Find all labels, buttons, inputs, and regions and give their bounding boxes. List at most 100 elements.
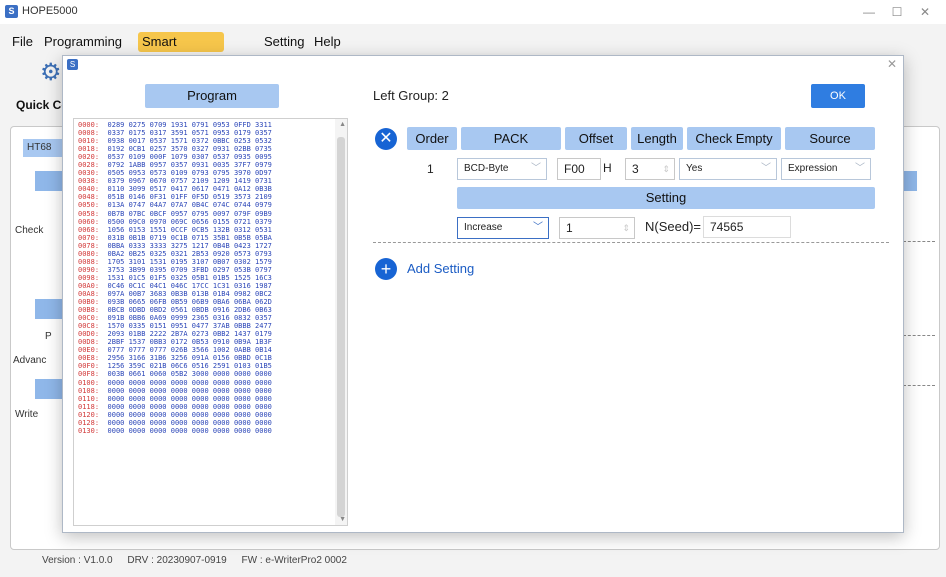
minimize-button[interactable]: —	[858, 3, 880, 21]
menu-programming[interactable]: Programming	[40, 32, 126, 52]
hex-address: 0058:	[78, 209, 100, 218]
hex-scrollbar[interactable]: ▲ ▼	[335, 119, 347, 525]
step-value: 1	[566, 221, 573, 235]
hex-values: 1570 0335 0151 0951 0477 37AB 0BBB 2477	[107, 322, 272, 331]
dialog-close-icon[interactable]: ✕	[887, 57, 897, 71]
hex-values: 031B 0B1B 0719 0C1B 0715 35B1 0B5B 05BA	[107, 233, 272, 242]
hex-row: 0008: 0337 0175 0317 3591 0571 0953 0179…	[78, 129, 272, 137]
smart-programming-dialog: S ✕ Program 0000: 0289 0275 0709 1931 07…	[62, 55, 904, 533]
hex-values: 091B 0BB6 0A69 0999 2365 0316 0832 0357	[107, 314, 272, 323]
pack-select[interactable]: BCD-Byte ﹀	[457, 158, 547, 180]
hex-row: 0100: 0000 0000 0000 0000 0000 0000 0000…	[78, 379, 272, 387]
stepper-arrows-icon[interactable]: ⇕	[622, 218, 630, 238]
scroll-thumb[interactable]	[337, 137, 345, 517]
mode-value: Increase	[464, 222, 503, 233]
add-setting-button[interactable]: Add Setting	[407, 261, 474, 276]
hex-values: 0BA2 0B25 0325 0321 2B53 0920 0573 0793	[107, 249, 272, 258]
hex-row: 00C0: 091B 0BB6 0A69 0999 2365 0316 0832…	[78, 314, 272, 322]
hex-address: 0070:	[78, 233, 100, 242]
hex-values: 3753 3B99 0395 0709 3FBD 0297 053B 0797	[107, 265, 272, 274]
window-titlebar: S HOPE5000 — ☐ ✕	[0, 0, 946, 24]
hex-row: 0130: 0000 0000 0000 0000 0000 0000 0000…	[78, 427, 272, 435]
hex-values: 0000 0000 0000 0000 0000 0000 0000 0000	[107, 386, 272, 395]
status-bar: Version : V1.0.0 DRV : 20230907-0919 FW …	[42, 555, 359, 566]
hex-row: 00F0: 1256 359C 021B 06C6 0516 2591 0103…	[78, 362, 272, 370]
hex-values: 0000 0000 0000 0000 0000 0000 0000 0000	[107, 394, 272, 403]
plus-circle-icon[interactable]: +	[375, 258, 397, 280]
hex-values: 0792 1ABB 0957 0357 0931 0035 37F7 0979	[107, 161, 272, 170]
hex-row: 0018: 0192 0CB1 0257 3570 0327 0931 02BB…	[78, 145, 272, 153]
hex-row: 00D0: 2093 01BB 2222 2B7A 0273 0BB2 1437…	[78, 330, 272, 338]
hex-row: 0108: 0000 0000 0000 0000 0000 0000 0000…	[78, 387, 272, 395]
hex-list: 0000: 0289 0275 0709 1931 0791 0953 0FFD…	[78, 121, 272, 435]
hex-values: 1256 359C 021B 06C6 0516 2591 0103 01B5	[107, 362, 272, 371]
source-select[interactable]: Expression ﹀	[781, 158, 871, 180]
length-stepper[interactable]: 3 ⇕	[625, 158, 675, 180]
bg-section-bar	[35, 379, 63, 399]
app-icon: S	[5, 5, 18, 18]
dialog-app-icon: S	[67, 59, 78, 70]
hex-values: 0938 0017 0537 1571 0372 0BBC 0253 0532	[107, 137, 272, 146]
close-window-button[interactable]: ✕	[914, 3, 936, 21]
bg-label-write: Write	[15, 409, 39, 420]
setting-header: Setting	[457, 187, 875, 209]
hex-address: 0030:	[78, 169, 100, 178]
hex-row: 0060: 0500 09C0 0970 069C 0656 0155 0721…	[78, 218, 272, 226]
hex-values: 0337 0175 0317 3591 0571 0953 0179 0357	[107, 129, 272, 138]
step-stepper[interactable]: 1 ⇕	[559, 217, 635, 239]
hex-row: 00B0: 093B 0665 06FB 0B59 06B9 0BA6 06BA…	[78, 298, 272, 306]
hex-values: 051B 0146 0F31 01FF 0F5D 0519 3573 2109	[107, 193, 272, 202]
hex-address: 00F0:	[78, 362, 100, 371]
hex-address: 00A0:	[78, 281, 100, 290]
hex-values: 0C46 0C1C 04C1 046C 17CC 1C31 0316 1987	[107, 281, 272, 290]
menu-smart-programming[interactable]: Smart Programming	[138, 32, 225, 69]
hex-viewer[interactable]: 0000: 0289 0275 0709 1931 0791 0953 0FFD…	[73, 118, 348, 526]
hex-address: 0088:	[78, 257, 100, 266]
hex-row: 00A0: 0C46 0C1C 04C1 046C 17CC 1C31 0316…	[78, 282, 272, 290]
section-divider	[373, 242, 889, 243]
program-header: Program	[145, 84, 279, 108]
hex-address: 0068:	[78, 225, 100, 234]
maximize-button[interactable]: ☐	[886, 3, 908, 21]
hex-address: 0108:	[78, 386, 100, 395]
gear-icon: ⚙	[40, 59, 62, 86]
hex-address: 00D0:	[78, 330, 100, 339]
chevron-down-icon: ﹀	[855, 163, 865, 174]
seed-input[interactable]: 74565	[703, 216, 791, 238]
bg-section-bar	[903, 171, 917, 191]
hex-row: 0030: 0505 0953 0573 0109 0793 0795 3970…	[78, 169, 272, 177]
row-order-value: 1	[427, 162, 434, 176]
remove-circle-icon[interactable]: ✕	[375, 128, 397, 150]
stepper-arrows-icon[interactable]: ⇕	[662, 159, 670, 179]
hex-address: 0098:	[78, 273, 100, 282]
hex-address: 0118:	[78, 402, 100, 411]
menu-setting[interactable]: Setting	[260, 32, 308, 52]
hex-row: 0070: 031B 0B1B 0719 0C1B 0715 35B1 0B5B…	[78, 234, 272, 242]
hex-values: 0000 0000 0000 0000 0000 0000 0000 0000	[107, 418, 272, 427]
bg-label-advanced: Advanc	[13, 355, 47, 366]
hex-address: 00D8:	[78, 338, 100, 347]
hex-row: 00E0: 0777 0777 0777 026B 3566 1002 0ABB…	[78, 346, 272, 354]
check-empty-value: Yes	[686, 163, 703, 174]
hex-values: 0505 0953 0573 0109 0793 0795 3970 0D97	[107, 169, 272, 178]
fw-text: FW : e-WriterPro2 0002	[241, 555, 347, 566]
scroll-down-icon[interactable]: ▼	[339, 516, 346, 523]
hex-values: 1705 3101 1531 0195 3107 0B07 0302 1579	[107, 257, 272, 266]
check-empty-select[interactable]: Yes ﹀	[679, 158, 777, 180]
menu-help[interactable]: Help	[310, 32, 345, 52]
mode-select[interactable]: Increase ﹀	[457, 217, 549, 239]
hex-row: 0038: 0379 0967 0670 0757 2109 1209 1419…	[78, 177, 272, 185]
scroll-up-icon[interactable]: ▲	[339, 121, 346, 128]
hex-address: 0128:	[78, 418, 100, 427]
hex-row: 0020: 0537 0109 000F 1079 0307 0537 0935…	[78, 153, 272, 161]
hex-values: 0537 0109 000F 1079 0307 0537 0935 0095	[107, 153, 272, 162]
menu-file[interactable]: File	[8, 32, 37, 52]
hex-row: 0028: 0792 1ABB 0957 0357 0931 0035 37F7…	[78, 161, 272, 169]
seed-value: 74565	[710, 220, 744, 234]
offset-input[interactable]: F00	[557, 158, 601, 180]
hex-address: 0100:	[78, 378, 100, 387]
bg-divider	[903, 385, 935, 386]
device-tab[interactable]: HT68	[23, 139, 65, 157]
ok-button[interactable]: OK	[811, 84, 865, 108]
hex-row: 00A8: 097A 00B7 3683 0B3B 013B 01B4 0982…	[78, 290, 272, 298]
